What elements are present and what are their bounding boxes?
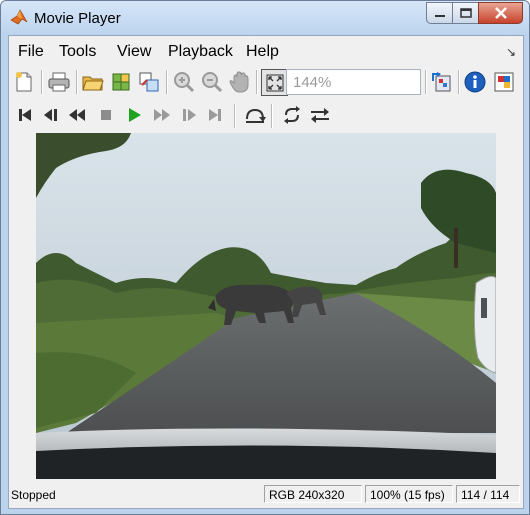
forward-backward-icon bbox=[311, 108, 329, 123]
go-to-last-button[interactable] bbox=[202, 102, 228, 128]
window-controls bbox=[426, 2, 523, 24]
colormap-icon bbox=[432, 72, 451, 92]
step-back-icon bbox=[44, 109, 57, 121]
zoom-out-icon bbox=[202, 72, 223, 93]
step-forward-icon bbox=[183, 109, 196, 121]
playback-toolbar bbox=[9, 100, 523, 130]
play-button[interactable] bbox=[121, 102, 147, 128]
matlab-icon bbox=[10, 9, 28, 25]
forward-backward-button[interactable] bbox=[307, 102, 333, 128]
step-forward-button[interactable] bbox=[176, 102, 202, 128]
separator bbox=[166, 70, 168, 94]
fast-forward-icon bbox=[154, 109, 170, 121]
minimize-icon bbox=[434, 15, 445, 17]
frame-info-button[interactable] bbox=[462, 69, 488, 95]
window-title: Movie Player bbox=[34, 10, 121, 27]
minimize-button[interactable] bbox=[426, 2, 453, 24]
pixel-region-button[interactable] bbox=[136, 69, 162, 95]
video-frame[interactable] bbox=[36, 133, 496, 479]
menu-file[interactable]: File bbox=[18, 43, 44, 61]
separator bbox=[425, 70, 427, 94]
close-icon bbox=[494, 7, 507, 19]
print-button[interactable] bbox=[46, 69, 72, 95]
maximize-button[interactable] bbox=[452, 2, 479, 24]
new-document-icon bbox=[16, 72, 32, 92]
printer-icon bbox=[48, 72, 70, 92]
image-tool-icon bbox=[494, 72, 514, 92]
jump-to-icon bbox=[246, 108, 266, 123]
client-area: File Tools View Playback Help ↘ 144% Sto… bbox=[8, 35, 524, 509]
zoom-out-button[interactable] bbox=[199, 69, 225, 95]
stop-icon bbox=[101, 110, 111, 120]
menu-bar: File Tools View Playback Help ↘ bbox=[9, 36, 523, 64]
open-button[interactable] bbox=[80, 69, 106, 95]
menu-view[interactable]: View bbox=[117, 43, 151, 61]
fit-to-window-button[interactable] bbox=[261, 69, 288, 96]
rewind-icon bbox=[69, 109, 85, 121]
separator bbox=[76, 70, 78, 94]
fast-forward-button[interactable] bbox=[149, 102, 175, 128]
playback-speed: 100% (15 fps) bbox=[365, 485, 453, 503]
video-display-area bbox=[9, 131, 523, 480]
folder-icon bbox=[82, 76, 104, 91]
playback-status: Stopped bbox=[11, 488, 56, 502]
zoom-in-icon bbox=[174, 72, 195, 93]
zoom-field[interactable]: 144% bbox=[286, 69, 421, 95]
menu-tools[interactable]: Tools bbox=[59, 43, 96, 61]
info-icon bbox=[464, 71, 486, 93]
menu-playback[interactable]: Playback bbox=[168, 43, 233, 61]
fit-to-window-icon bbox=[266, 74, 283, 91]
play-icon bbox=[129, 108, 141, 122]
status-bar: Stopped RGB 240x320 100% (15 fps) 114 / … bbox=[9, 483, 523, 507]
rewind-button[interactable] bbox=[64, 102, 90, 128]
title-bar[interactable]: Movie Player bbox=[1, 1, 529, 35]
video-format: RGB 240x320 bbox=[264, 485, 362, 503]
maximize-icon bbox=[459, 8, 472, 18]
separator bbox=[234, 104, 236, 128]
skip-last-icon bbox=[209, 109, 221, 121]
dock-arrow-icon[interactable]: ↘ bbox=[506, 45, 516, 59]
new-button[interactable] bbox=[11, 69, 37, 95]
close-button[interactable] bbox=[478, 2, 523, 24]
stop-button[interactable] bbox=[93, 102, 119, 128]
pixel-region-icon bbox=[139, 72, 159, 92]
menu-help[interactable]: Help bbox=[246, 43, 279, 61]
colormap-button[interactable] bbox=[429, 69, 455, 95]
export-grid-icon bbox=[112, 73, 130, 91]
image-tool-button[interactable] bbox=[491, 69, 517, 95]
go-to-first-button[interactable] bbox=[12, 102, 38, 128]
jump-to-button[interactable] bbox=[242, 102, 268, 128]
frame-counter: 114 / 114 bbox=[456, 485, 520, 503]
export-image-button[interactable] bbox=[108, 69, 134, 95]
step-back-button[interactable] bbox=[38, 102, 64, 128]
movie-player-window: Movie Player File Tools View Playback He… bbox=[0, 0, 530, 515]
skip-first-icon bbox=[19, 109, 31, 121]
separator bbox=[41, 70, 43, 94]
repeat-icon bbox=[284, 106, 300, 124]
hand-icon bbox=[229, 71, 249, 93]
separator bbox=[256, 70, 258, 94]
separator bbox=[458, 70, 460, 94]
zoom-in-button[interactable] bbox=[171, 69, 197, 95]
repeat-button[interactable] bbox=[279, 102, 305, 128]
pan-button[interactable] bbox=[227, 69, 253, 95]
main-toolbar: 144% bbox=[9, 65, 523, 99]
separator bbox=[271, 104, 273, 128]
